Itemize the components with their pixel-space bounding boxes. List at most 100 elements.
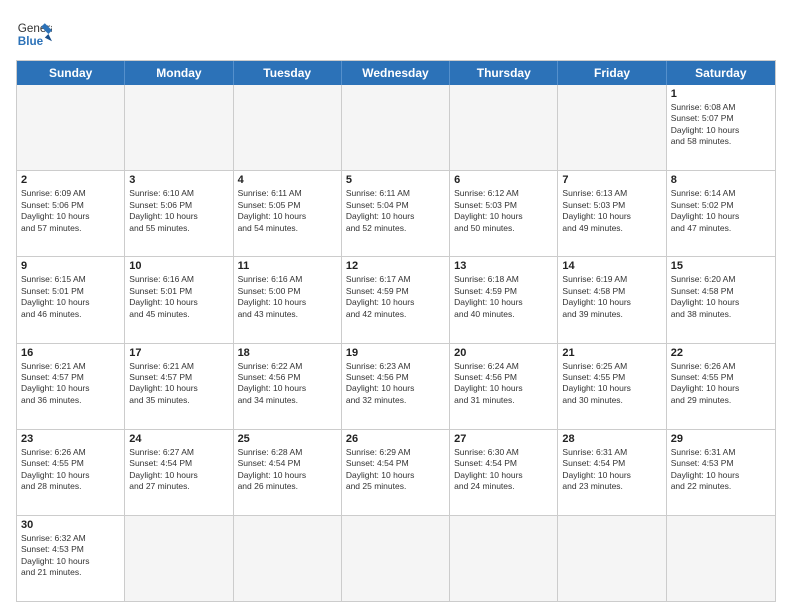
day-info: Sunrise: 6:32 AM Sunset: 4:53 PM Dayligh…	[21, 533, 120, 579]
day-number: 13	[454, 260, 553, 272]
day-number: 18	[238, 347, 337, 359]
day-number: 20	[454, 347, 553, 359]
day-cell-20: 20 Sunrise: 6:24 AM Sunset: 4:56 PM Dayli…	[450, 344, 558, 429]
day-info: Sunrise: 6:28 AM Sunset: 4:54 PM Dayligh…	[238, 447, 337, 493]
day-info: Sunrise: 6:12 AM Sunset: 5:03 PM Dayligh…	[454, 188, 553, 234]
day-number: 9	[21, 260, 120, 272]
day-number: 3	[129, 174, 228, 186]
weekday-header-saturday: Saturday	[667, 61, 775, 85]
empty-cell-5-2	[234, 516, 342, 601]
day-number: 4	[238, 174, 337, 186]
day-number: 1	[671, 88, 771, 100]
day-info: Sunrise: 6:17 AM Sunset: 4:59 PM Dayligh…	[346, 274, 445, 320]
day-cell-27: 27Sunrise: 6:30 AM Sunset: 4:54 PM Dayli…	[450, 430, 558, 515]
day-number: 29	[671, 433, 771, 445]
day-info: Sunrise: 6:11 AM Sunset: 5:05 PM Dayligh…	[238, 188, 337, 234]
day-cell-14: 14Sunrise: 6:19 AM Sunset: 4:58 PM Dayli…	[558, 257, 666, 342]
weekday-header-tuesday: Tuesday	[234, 61, 342, 85]
day-info: Sunrise: 6:31 AM Sunset: 4:54 PM Dayligh…	[562, 447, 661, 493]
day-number: 11	[238, 260, 337, 272]
day-number: 5	[346, 174, 445, 186]
header: General Blue	[16, 16, 776, 52]
day-info: Sunrise: 6:19 AM Sunset: 4:58 PM Dayligh…	[562, 274, 661, 320]
day-cell-25: 25 Sunrise: 6:28 AM Sunset: 4:54 PM Dayli…	[234, 430, 342, 515]
day-cell-23: 23Sunrise: 6:26 AM Sunset: 4:55 PM Dayli…	[17, 430, 125, 515]
day-info: Sunrise: 6:26 AM Sunset: 4:55 PM Dayligh…	[671, 361, 771, 407]
day-cell-13: 13Sunrise: 6:18 AM Sunset: 4:59 PM Dayli…	[450, 257, 558, 342]
day-number: 7	[562, 174, 661, 186]
day-number: 25	[238, 433, 337, 445]
calendar-row-5: 30 Sunrise: 6:32 AM Sunset: 4:53 PM Dayli…	[17, 515, 775, 601]
day-cell-6: 6 Sunrise: 6:12 AM Sunset: 5:03 PM Daylig…	[450, 171, 558, 256]
day-number: 30	[21, 519, 120, 531]
empty-cell-5-6	[667, 516, 775, 601]
day-cell-3: 3 Sunrise: 6:10 AM Sunset: 5:06 PM Daylig…	[125, 171, 233, 256]
day-cell-19: 19 Sunrise: 6:23 AM Sunset: 4:56 PM Dayli…	[342, 344, 450, 429]
empty-cell-5-1	[125, 516, 233, 601]
day-cell-22: 22 Sunrise: 6:26 AM Sunset: 4:55 PM Dayli…	[667, 344, 775, 429]
day-number: 26	[346, 433, 445, 445]
day-number: 22	[671, 347, 771, 359]
calendar-row-1: 2Sunrise: 6:09 AM Sunset: 5:06 PM Daylig…	[17, 170, 775, 256]
day-cell-16: 16 Sunrise: 6:21 AM Sunset: 4:57 PM Dayli…	[17, 344, 125, 429]
day-number: 19	[346, 347, 445, 359]
calendar: SundayMondayTuesdayWednesdayThursdayFrid…	[16, 60, 776, 602]
day-info: Sunrise: 6:13 AM Sunset: 5:03 PM Dayligh…	[562, 188, 661, 234]
day-info: Sunrise: 6:08 AM Sunset: 5:07 PM Dayligh…	[671, 102, 771, 148]
day-cell-9: 9 Sunrise: 6:15 AM Sunset: 5:01 PM Daylig…	[17, 257, 125, 342]
day-number: 8	[671, 174, 771, 186]
calendar-row-4: 23Sunrise: 6:26 AM Sunset: 4:55 PM Dayli…	[17, 429, 775, 515]
logo: General Blue	[16, 16, 52, 52]
day-info: Sunrise: 6:30 AM Sunset: 4:54 PM Dayligh…	[454, 447, 553, 493]
day-info: Sunrise: 6:24 AM Sunset: 4:56 PM Dayligh…	[454, 361, 553, 407]
calendar-row-2: 9 Sunrise: 6:15 AM Sunset: 5:01 PM Daylig…	[17, 256, 775, 342]
day-number: 15	[671, 260, 771, 272]
empty-cell-0-2	[234, 85, 342, 170]
day-number: 2	[21, 174, 120, 186]
calendar-row-0: 1 Sunrise: 6:08 AM Sunset: 5:07 PM Daylig…	[17, 85, 775, 170]
day-info: Sunrise: 6:10 AM Sunset: 5:06 PM Dayligh…	[129, 188, 228, 234]
day-cell-12: 12 Sunrise: 6:17 AM Sunset: 4:59 PM Dayli…	[342, 257, 450, 342]
weekday-header-monday: Monday	[125, 61, 233, 85]
day-number: 12	[346, 260, 445, 272]
day-info: Sunrise: 6:31 AM Sunset: 4:53 PM Dayligh…	[671, 447, 771, 493]
day-cell-1: 1 Sunrise: 6:08 AM Sunset: 5:07 PM Daylig…	[667, 85, 775, 170]
day-info: Sunrise: 6:16 AM Sunset: 5:01 PM Dayligh…	[129, 274, 228, 320]
generalblue-logo-icon: General Blue	[16, 16, 52, 52]
day-number: 16	[21, 347, 120, 359]
day-cell-4: 4 Sunrise: 6:11 AM Sunset: 5:05 PM Daylig…	[234, 171, 342, 256]
weekday-header-sunday: Sunday	[17, 61, 125, 85]
day-info: Sunrise: 6:21 AM Sunset: 4:57 PM Dayligh…	[129, 361, 228, 407]
day-info: Sunrise: 6:20 AM Sunset: 4:58 PM Dayligh…	[671, 274, 771, 320]
empty-cell-0-1	[125, 85, 233, 170]
day-cell-24: 24Sunrise: 6:27 AM Sunset: 4:54 PM Dayli…	[125, 430, 233, 515]
day-number: 6	[454, 174, 553, 186]
day-info: Sunrise: 6:23 AM Sunset: 4:56 PM Dayligh…	[346, 361, 445, 407]
day-cell-18: 18 Sunrise: 6:22 AM Sunset: 4:56 PM Dayli…	[234, 344, 342, 429]
day-info: Sunrise: 6:15 AM Sunset: 5:01 PM Dayligh…	[21, 274, 120, 320]
day-cell-2: 2Sunrise: 6:09 AM Sunset: 5:06 PM Daylig…	[17, 171, 125, 256]
day-cell-15: 15 Sunrise: 6:20 AM Sunset: 4:58 PM Dayli…	[667, 257, 775, 342]
calendar-header: SundayMondayTuesdayWednesdayThursdayFrid…	[17, 61, 775, 85]
empty-cell-0-3	[342, 85, 450, 170]
day-number: 23	[21, 433, 120, 445]
empty-cell-5-4	[450, 516, 558, 601]
day-number: 17	[129, 347, 228, 359]
day-info: Sunrise: 6:22 AM Sunset: 4:56 PM Dayligh…	[238, 361, 337, 407]
day-cell-30: 30 Sunrise: 6:32 AM Sunset: 4:53 PM Dayli…	[17, 516, 125, 601]
day-cell-21: 21Sunrise: 6:25 AM Sunset: 4:55 PM Dayli…	[558, 344, 666, 429]
svg-text:Blue: Blue	[18, 35, 44, 48]
day-info: Sunrise: 6:21 AM Sunset: 4:57 PM Dayligh…	[21, 361, 120, 407]
day-info: Sunrise: 6:14 AM Sunset: 5:02 PM Dayligh…	[671, 188, 771, 234]
day-cell-8: 8 Sunrise: 6:14 AM Sunset: 5:02 PM Daylig…	[667, 171, 775, 256]
empty-cell-0-4	[450, 85, 558, 170]
day-info: Sunrise: 6:11 AM Sunset: 5:04 PM Dayligh…	[346, 188, 445, 234]
day-info: Sunrise: 6:29 AM Sunset: 4:54 PM Dayligh…	[346, 447, 445, 493]
day-number: 10	[129, 260, 228, 272]
day-cell-5: 5 Sunrise: 6:11 AM Sunset: 5:04 PM Daylig…	[342, 171, 450, 256]
day-cell-29: 29 Sunrise: 6:31 AM Sunset: 4:53 PM Dayli…	[667, 430, 775, 515]
empty-cell-5-3	[342, 516, 450, 601]
day-number: 24	[129, 433, 228, 445]
empty-cell-0-5	[558, 85, 666, 170]
empty-cell-5-5	[558, 516, 666, 601]
